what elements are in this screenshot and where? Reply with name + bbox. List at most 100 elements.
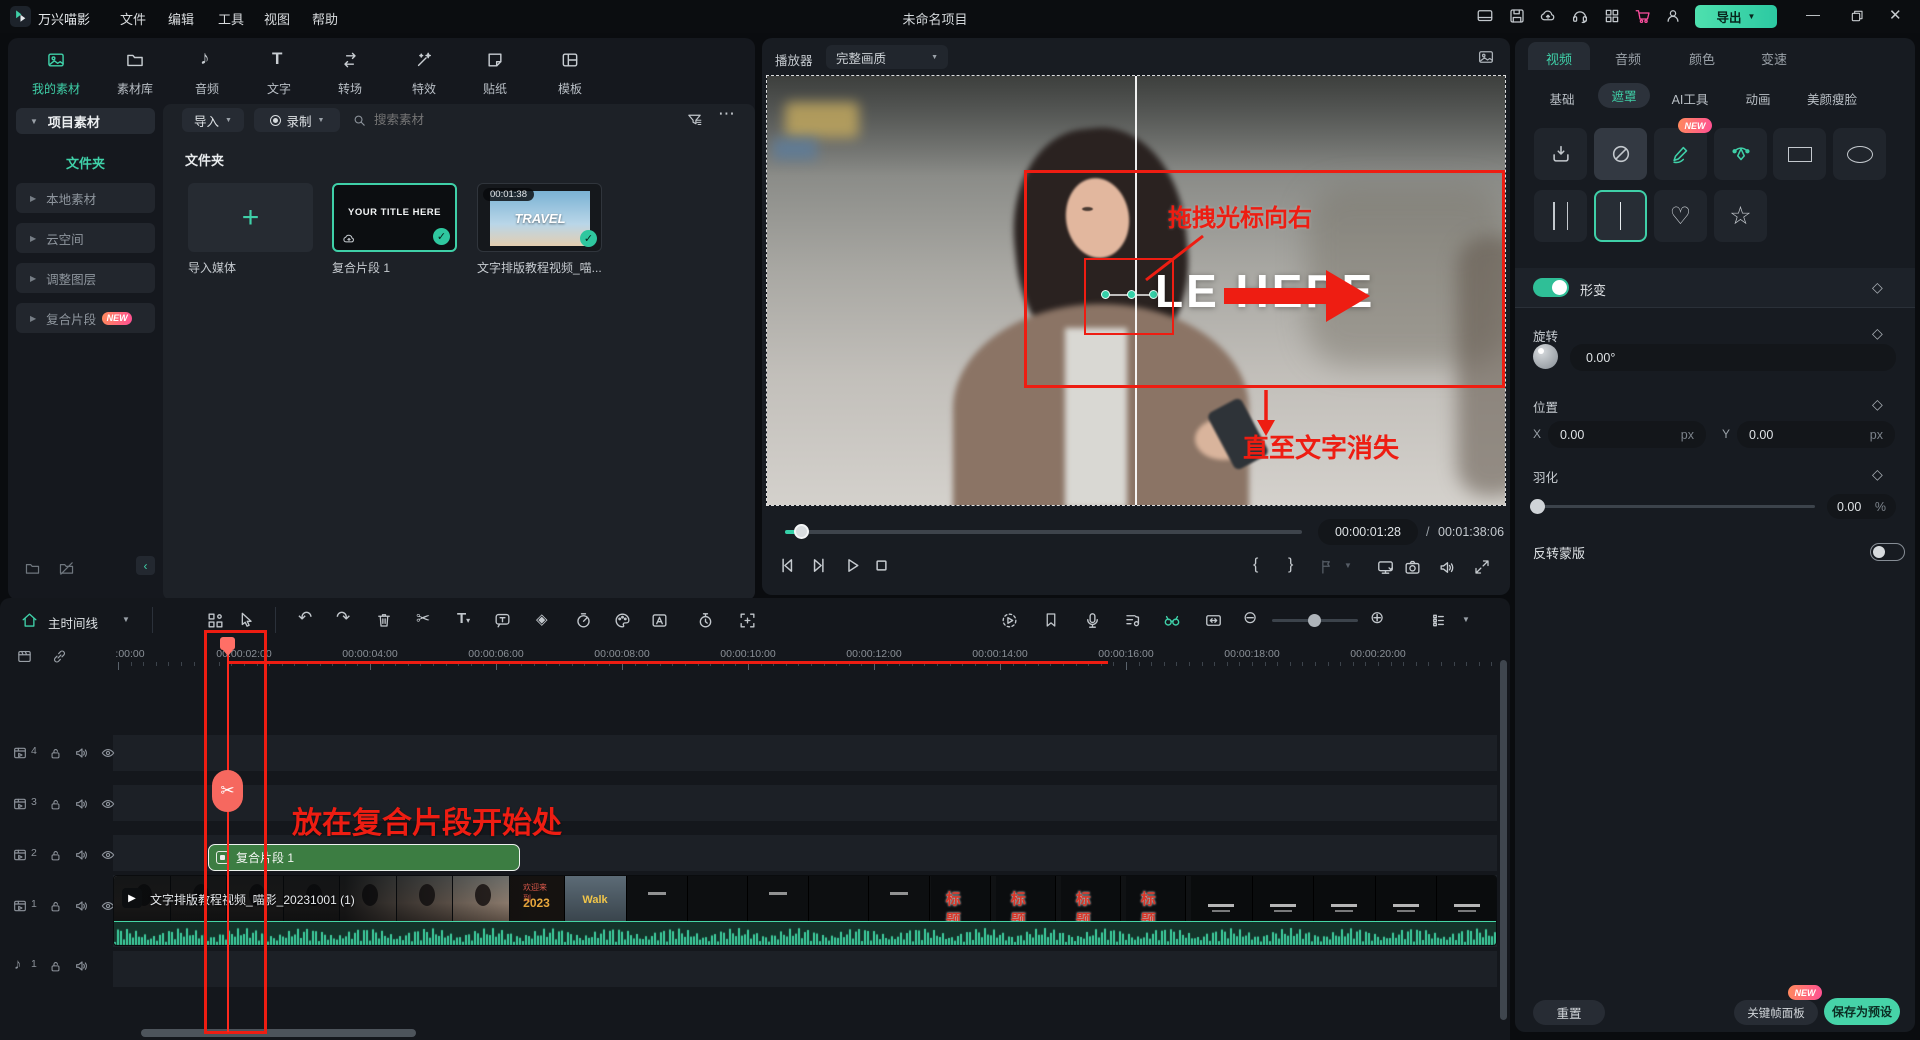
new-folder-icon[interactable] — [24, 560, 41, 577]
account-icon[interactable] — [1664, 7, 1682, 25]
preview-image-icon[interactable] — [1477, 48, 1495, 66]
crop-focus-icon[interactable] — [738, 611, 757, 630]
tab-transition[interactable]: 转场 — [338, 80, 362, 97]
import-button[interactable]: 导入 ▼ — [182, 108, 244, 132]
stop-button[interactable] — [871, 555, 892, 576]
compound-clip-tile[interactable]: YOUR TITLE HERE ✓ — [332, 183, 457, 252]
text-recognition-icon[interactable] — [650, 611, 669, 630]
mask-none-tile[interactable] — [1594, 128, 1647, 180]
play-button[interactable] — [842, 555, 863, 576]
lock-icon[interactable] — [48, 746, 63, 761]
mask-double-line-tile[interactable] — [1534, 190, 1587, 242]
seek-handle[interactable] — [794, 524, 809, 539]
flag-chevron-icon[interactable]: ▼ — [1344, 561, 1352, 570]
mute-speaker-icon[interactable] — [74, 847, 90, 863]
zoom-out-icon[interactable]: ⊖ — [1243, 608, 1257, 628]
invert-mask-toggle[interactable] — [1870, 543, 1905, 561]
save-preset-button[interactable]: 保存为预设 — [1824, 998, 1900, 1025]
lock-icon[interactable] — [48, 899, 63, 914]
previous-frame-button[interactable] — [777, 555, 798, 576]
redo-icon[interactable]: ↷ — [336, 608, 350, 628]
video-clip[interactable]: 欢迎来到2023Walk标题标题标题标题 ▶ 文字排版教程视频_喵影_20231… — [113, 875, 1497, 946]
tab-speed[interactable]: 变速 — [1761, 49, 1787, 68]
mask-draw-tile[interactable] — [1654, 128, 1707, 180]
tab-effects[interactable]: 特效 — [412, 80, 436, 97]
export-button[interactable]: 导出 ▼ — [1695, 5, 1777, 28]
mark-in-button[interactable]: { — [1253, 556, 1258, 574]
mask-star-tile[interactable]: ☆ — [1714, 190, 1767, 242]
mask-rectangle-tile[interactable] — [1773, 128, 1826, 180]
record-button[interactable]: 录制 ▼ — [254, 108, 340, 132]
transform-toggle[interactable] — [1533, 278, 1569, 297]
keyframe-diamond-icon[interactable]: ◇ — [1872, 396, 1883, 413]
mark-out-button[interactable]: } — [1288, 556, 1293, 574]
search-input[interactable] — [374, 108, 574, 132]
x-input[interactable]: 0.00 px — [1548, 421, 1706, 448]
record-voiceover-icon[interactable] — [1083, 611, 1102, 630]
feather-slider-handle[interactable] — [1530, 499, 1545, 514]
mute-speaker-icon[interactable] — [74, 898, 90, 914]
store-cart-icon[interactable] — [1634, 7, 1652, 25]
mute-speaker-icon[interactable] — [74, 796, 90, 812]
sidebar-item-cloud[interactable]: ▶ 云空间 — [16, 223, 155, 253]
delete-folder-icon[interactable] — [58, 560, 75, 577]
keyframe-diamond-icon[interactable]: ◇ — [1872, 466, 1883, 483]
speech-to-text-icon[interactable] — [493, 611, 512, 630]
y-input[interactable]: 0.00 px — [1737, 421, 1895, 448]
restore-button[interactable] — [1849, 8, 1865, 24]
speed-ramp-icon[interactable] — [574, 611, 593, 630]
chevron-down-icon[interactable]: ▼ — [122, 615, 130, 624]
seek-bar[interactable] — [785, 530, 1302, 534]
fullscreen-button[interactable] — [1473, 558, 1491, 576]
main-timeline-label[interactable]: 主时间线 — [48, 613, 98, 632]
feather-slider-track[interactable] — [1533, 505, 1815, 508]
keyframe-panel-button[interactable]: 关键帧面板 — [1734, 1000, 1818, 1025]
layout-icon[interactable] — [1476, 7, 1494, 25]
track-lane-4[interactable] — [113, 735, 1497, 771]
mute-speaker-icon[interactable] — [74, 958, 90, 974]
mask-import-tile[interactable] — [1534, 128, 1587, 180]
tab-text[interactable]: 文字 — [267, 80, 291, 97]
playhead-line[interactable] — [227, 640, 229, 1032]
timer-icon[interactable] — [696, 611, 715, 630]
chevron-down-icon[interactable]: ▼ — [1462, 615, 1470, 624]
import-media-tile[interactable]: + — [188, 183, 313, 252]
subtab-ai-tools[interactable]: AI工具 — [1672, 89, 1709, 108]
timeline-zoom-handle[interactable] — [1308, 614, 1321, 627]
tab-stock-media[interactable]: 素材库 — [117, 80, 153, 97]
sidebar-item-compound-clip[interactable]: ▶ 复合片段 NEW — [16, 303, 155, 333]
mask-heart-tile[interactable]: ♡ — [1654, 190, 1707, 242]
snap-grid-icon[interactable] — [206, 611, 225, 630]
tab-video[interactable]: 视频 — [1546, 49, 1572, 68]
eye-icon[interactable] — [100, 745, 116, 761]
reset-button[interactable]: 重置 — [1533, 1000, 1605, 1025]
current-timecode[interactable]: 00:00:01:28 — [1318, 519, 1418, 545]
audio-mixer-icon[interactable] — [1123, 611, 1142, 630]
track-lane-audio-1[interactable] — [113, 951, 1497, 987]
minimize-button[interactable]: — — [1806, 6, 1820, 22]
volume-button[interactable] — [1438, 558, 1457, 577]
zoom-in-icon[interactable]: ⊕ — [1370, 608, 1384, 628]
sidebar-item-project-media[interactable]: ▼ 项目素材 — [16, 108, 155, 134]
split-scissors-icon[interactable]: ✂ — [416, 609, 430, 629]
close-button[interactable]: ✕ — [1889, 6, 1902, 24]
keyframe-diamond-icon[interactable]: ◇ — [1872, 279, 1883, 296]
mask-ellipse-tile[interactable] — [1833, 128, 1886, 180]
marker-icon[interactable] — [1042, 611, 1060, 629]
smart-cut-icon[interactable] — [1162, 610, 1182, 630]
horizontal-scrollbar[interactable] — [141, 1029, 416, 1037]
playback-quality-dropdown[interactable]: 完整画质 ▼ — [826, 45, 948, 69]
render-preview-icon[interactable] — [1000, 611, 1019, 630]
menu-view[interactable]: 视图 — [264, 9, 290, 28]
lock-icon[interactable] — [48, 959, 63, 974]
subtab-mask-pill[interactable]: 遮罩 — [1598, 83, 1650, 108]
next-frame-button[interactable] — [808, 555, 829, 576]
cloud-upload-icon[interactable] — [1539, 7, 1557, 25]
lock-icon[interactable] — [48, 797, 63, 812]
rotate-input[interactable]: 0.00° — [1570, 344, 1896, 371]
collapse-sidebar-button[interactable]: ‹ — [136, 556, 155, 575]
marker-flag-button[interactable] — [1318, 558, 1336, 576]
more-options-icon[interactable]: ⋯ — [718, 104, 736, 124]
tab-audio-props[interactable]: 音频 — [1615, 49, 1641, 68]
keyframe-icon[interactable]: ◈ — [536, 610, 548, 628]
